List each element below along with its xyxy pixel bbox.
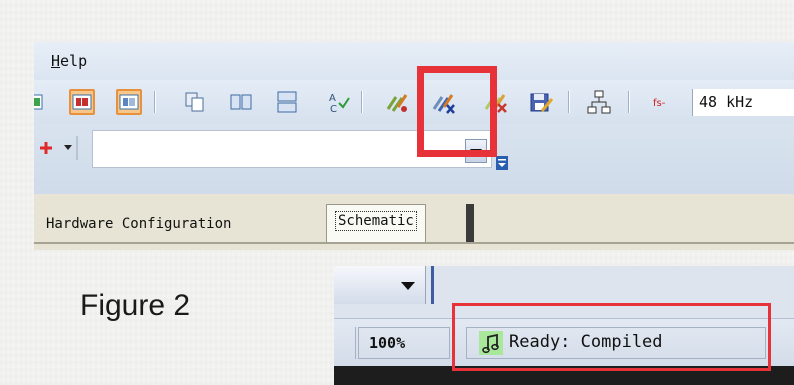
menu-help-label: elp [60, 52, 88, 70]
save-edit-icon [530, 93, 554, 112]
menu-help-mnemonic: H [51, 52, 61, 70]
status-highlight [452, 303, 771, 371]
link-compile-icon [386, 94, 408, 112]
tile-horizontal-button[interactable] [228, 89, 254, 115]
overflow-chevron-icon [498, 159, 506, 167]
zoom-level: 100% [358, 327, 450, 359]
compile-button-highlight [417, 66, 497, 157]
tab-strip-edge [466, 204, 474, 242]
view-tabs: Hardware Configuration Schematic [34, 194, 794, 250]
tab-label: Schematic [335, 211, 417, 231]
toolbar-separator [568, 91, 570, 113]
tile-horizontal-icon [230, 94, 252, 110]
sample-rate-field[interactable]: 48 kHz [692, 89, 794, 116]
layout-blue-button[interactable] [116, 89, 142, 115]
toolbar: AC fs- 48 kHz [34, 80, 794, 124]
plus-icon [40, 136, 78, 160]
tile-vertical-icon [277, 91, 297, 113]
layout-green-icon [34, 94, 43, 110]
tab-label: Hardware Configuration [46, 216, 232, 232]
toolbar-separator [154, 91, 156, 113]
layout-red-button[interactable] [69, 89, 95, 115]
spell-check-button[interactable]: AC [326, 89, 352, 115]
divider [431, 266, 434, 304]
status-cell [334, 327, 356, 359]
add-dropdown-button[interactable] [36, 136, 78, 160]
selection-toolbar [34, 124, 794, 194]
app-screenshot-top: Help AC fs- 48 kHz Hardware Configuratio… [34, 42, 794, 250]
chevron-down-icon [401, 282, 415, 290]
layout-green-button[interactable] [34, 89, 46, 115]
hierarchy-icon [587, 90, 611, 114]
menu-help[interactable]: Help [51, 52, 87, 70]
spell-check-icon: AC [329, 93, 350, 115]
tab-schematic[interactable]: Schematic [326, 204, 426, 242]
view-dropdown[interactable] [334, 266, 426, 304]
layout-red-icon [72, 94, 92, 110]
layout-blue-icon [119, 94, 139, 110]
hierarchy-button[interactable] [586, 89, 612, 115]
toolbar-overflow-button[interactable] [496, 156, 508, 170]
link-compile-button[interactable] [384, 89, 410, 115]
figure-caption: Figure 2 [80, 289, 191, 322]
copy-icon [185, 92, 204, 112]
svg-text:A: A [329, 93, 336, 104]
tile-vertical-button[interactable] [274, 89, 300, 115]
save-edit-button[interactable] [528, 89, 554, 115]
copy-button[interactable] [182, 89, 208, 115]
tab-hardware-configuration[interactable]: Hardware Configuration [38, 208, 239, 242]
svg-text:C: C [330, 104, 337, 115]
toolbar-separator [361, 91, 363, 113]
sample-rate-label: fs- [653, 98, 666, 109]
toolbar-separator [628, 91, 630, 113]
menu-bar: Help [34, 42, 794, 80]
divider [34, 242, 794, 244]
